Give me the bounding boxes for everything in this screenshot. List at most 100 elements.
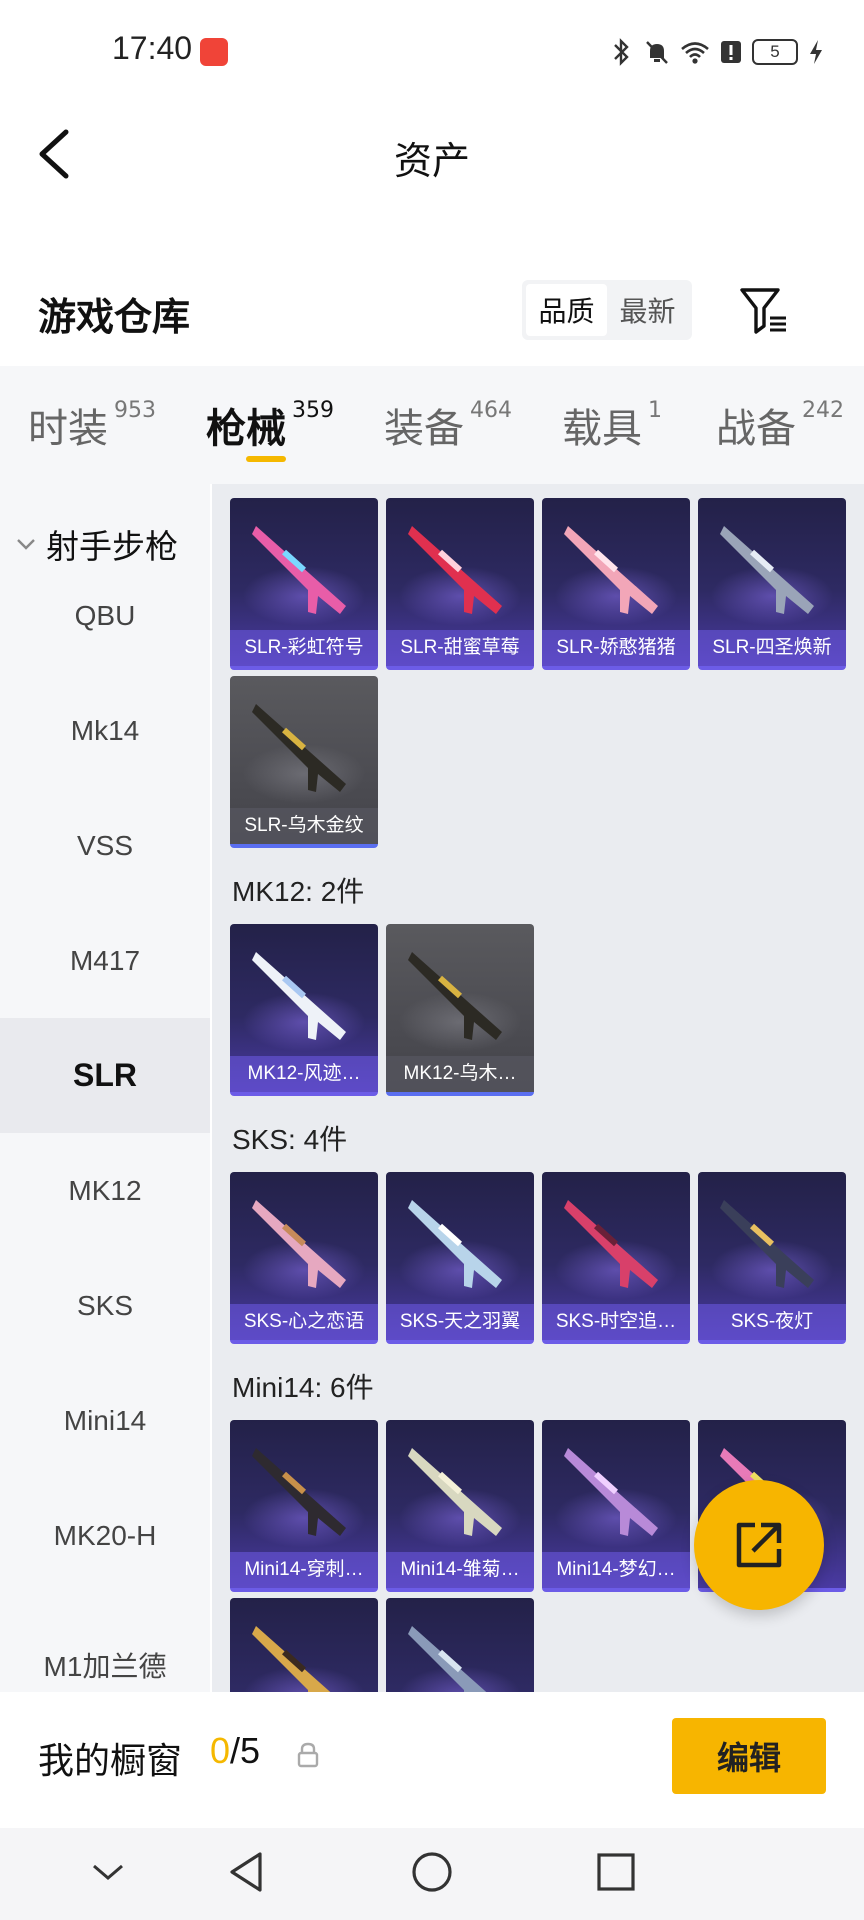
sort-quality-button[interactable]: 品质 — [526, 284, 607, 336]
section-title-sks: SKS: 4件 — [232, 1124, 348, 1155]
chevron-down-icon — [17, 539, 35, 550]
weapon-card[interactable]: Mini14-雏菊… — [386, 1420, 534, 1592]
sort-newest-button[interactable]: 最新 — [607, 284, 688, 336]
weapon-card-name: MK12-风迹… — [230, 1056, 378, 1092]
rifle-icon — [564, 526, 658, 614]
rifle-icon — [720, 526, 814, 614]
sidebar-item-sks[interactable]: SKS — [0, 1248, 210, 1363]
weapon-card[interactable]: Mini14-梦幻… — [542, 1420, 690, 1592]
weapon-sidebar: 射手步枪 QBU Mk14 VSS M417 SLR MK12 SKS Mini… — [0, 484, 210, 1692]
tab-count: 953 — [114, 398, 156, 423]
tab-equipment[interactable]: 装备 464 — [384, 396, 512, 454]
system-nav-bar — [0, 1828, 864, 1920]
wifi-icon — [681, 42, 709, 64]
sidebar-item-m1-garand[interactable]: M1加兰德 — [0, 1607, 210, 1692]
weapon-card-name: SLR-乌木金纹 — [230, 808, 378, 844]
weapon-card[interactable]: SKS-心之恋语 — [230, 1172, 378, 1344]
weapon-card-name: MK12-乌木… — [386, 1056, 534, 1092]
status-time: 17:40 — [112, 30, 193, 66]
status-icons: 5 — [608, 36, 824, 68]
rifle-icon — [252, 704, 346, 792]
weapon-card-name: Mini14-穿刺… — [230, 1552, 378, 1588]
weapon-card[interactable]: SKS-天之羽翼 — [386, 1172, 534, 1344]
rifle-icon — [252, 952, 346, 1040]
rifle-icon — [408, 1448, 502, 1536]
sidebar-item-m417[interactable]: M417 — [0, 903, 210, 1018]
rifle-icon — [408, 1626, 487, 1692]
app-notification-icon — [200, 38, 228, 66]
rifle-icon — [564, 1200, 658, 1288]
sidebar-item-mk12[interactable]: MK12 — [0, 1133, 210, 1248]
weapon-card[interactable]: SLR-娇憨猪猪 — [542, 498, 690, 670]
showcase-total: /5 — [230, 1730, 261, 1771]
sidebar-item-mk20h[interactable]: MK20-H — [0, 1478, 210, 1593]
sort-toggle: 品质 最新 — [522, 280, 692, 340]
rifle-icon — [720, 1200, 814, 1288]
tab-vehicles[interactable]: 载具 1 — [562, 396, 662, 454]
nav-home-button[interactable] — [402, 1842, 462, 1902]
tab-label: 时装 — [28, 406, 108, 452]
sidebar-item-qbu[interactable]: QBU — [0, 558, 210, 673]
weapon-card-name: SKS-天之羽翼 — [386, 1304, 534, 1340]
sidebar-item-mini14[interactable]: Mini14 — [0, 1363, 210, 1478]
active-tab-indicator — [246, 456, 286, 462]
filter-icon[interactable] — [738, 286, 790, 336]
sidebar-item-vss[interactable]: VSS — [0, 788, 210, 903]
charging-icon — [810, 40, 822, 64]
tab-label: 装备 — [384, 406, 464, 452]
weapon-card-name: SKS-时空追… — [542, 1304, 690, 1340]
warehouse-title: 游戏仓库 — [38, 295, 191, 339]
edit-button[interactable]: 编辑 — [672, 1718, 826, 1794]
rifle-icon — [408, 952, 502, 1040]
rifle-icon — [252, 1448, 346, 1536]
rifle-icon — [408, 526, 502, 614]
weapon-card-name: SKS-夜灯 — [698, 1304, 846, 1340]
weapon-card[interactable]: SLR-甜蜜草莓 — [386, 498, 534, 670]
tab-label: 载具 — [562, 406, 642, 452]
weapon-card[interactable] — [230, 1598, 378, 1692]
tab-label: 枪械 — [206, 406, 286, 452]
battery-icon: 5 — [752, 39, 798, 65]
tab-skins[interactable]: 时装 953 — [28, 396, 156, 454]
rifle-icon — [564, 1448, 658, 1536]
weapon-card[interactable] — [386, 1598, 534, 1692]
weapon-card[interactable]: SKS-时空追… — [542, 1172, 690, 1344]
weapon-card-name: Mini14-梦幻… — [542, 1552, 690, 1588]
share-button[interactable] — [694, 1480, 824, 1610]
nav-back-button[interactable] — [216, 1842, 276, 1902]
rifle-icon — [252, 1200, 346, 1288]
rifle-icon — [252, 1626, 331, 1692]
tab-label: 战备 — [716, 406, 796, 452]
share-icon — [736, 1522, 782, 1568]
status-bar: 17:40 5 — [0, 0, 864, 104]
nav-recents-button[interactable] — [586, 1842, 646, 1902]
sidebar-item-mk14[interactable]: Mk14 — [0, 673, 210, 788]
rifle-icon — [252, 526, 346, 614]
back-triangle-icon — [230, 1852, 262, 1892]
nav-collapse-button[interactable] — [78, 1842, 138, 1902]
rifle-icon — [408, 1200, 502, 1288]
sidebar-item-slr[interactable]: SLR — [0, 1018, 210, 1133]
showcase-current: 0 — [210, 1730, 231, 1771]
tab-count: 359 — [292, 398, 334, 423]
showcase-bar: 我的橱窗 0/5 编辑 — [0, 1692, 864, 1828]
weapon-card[interactable]: SKS-夜灯 — [698, 1172, 846, 1344]
weapon-card[interactable]: SLR-四圣焕新 — [698, 498, 846, 670]
mute-icon — [646, 41, 668, 64]
weapon-card[interactable]: MK12-乌木… — [386, 924, 534, 1096]
section-title-mini14: Mini14: 6件 — [232, 1372, 374, 1403]
recents-square-icon — [597, 1853, 635, 1891]
weapon-card-name: Mini14-雏菊… — [386, 1552, 534, 1588]
weapon-card[interactable]: MK12-风迹… — [230, 924, 378, 1096]
weapon-card-name: SLR-四圣焕新 — [698, 630, 846, 666]
weapon-card[interactable]: SLR-彩虹符号 — [230, 498, 378, 670]
tab-count: 242 — [802, 398, 844, 423]
weapon-card[interactable]: SLR-乌木金纹 — [230, 676, 378, 848]
weapon-card[interactable]: Mini14-穿刺… — [230, 1420, 378, 1592]
tab-count: 1 — [648, 398, 662, 423]
section-title-mk12: MK12: 2件 — [232, 876, 365, 907]
tab-weapons[interactable]: 枪械 359 — [206, 396, 334, 454]
weapon-card-name: SLR-娇憨猪猪 — [542, 630, 690, 666]
bluetooth-icon — [614, 38, 629, 66]
tab-supplies[interactable]: 战备 242 — [716, 396, 844, 454]
